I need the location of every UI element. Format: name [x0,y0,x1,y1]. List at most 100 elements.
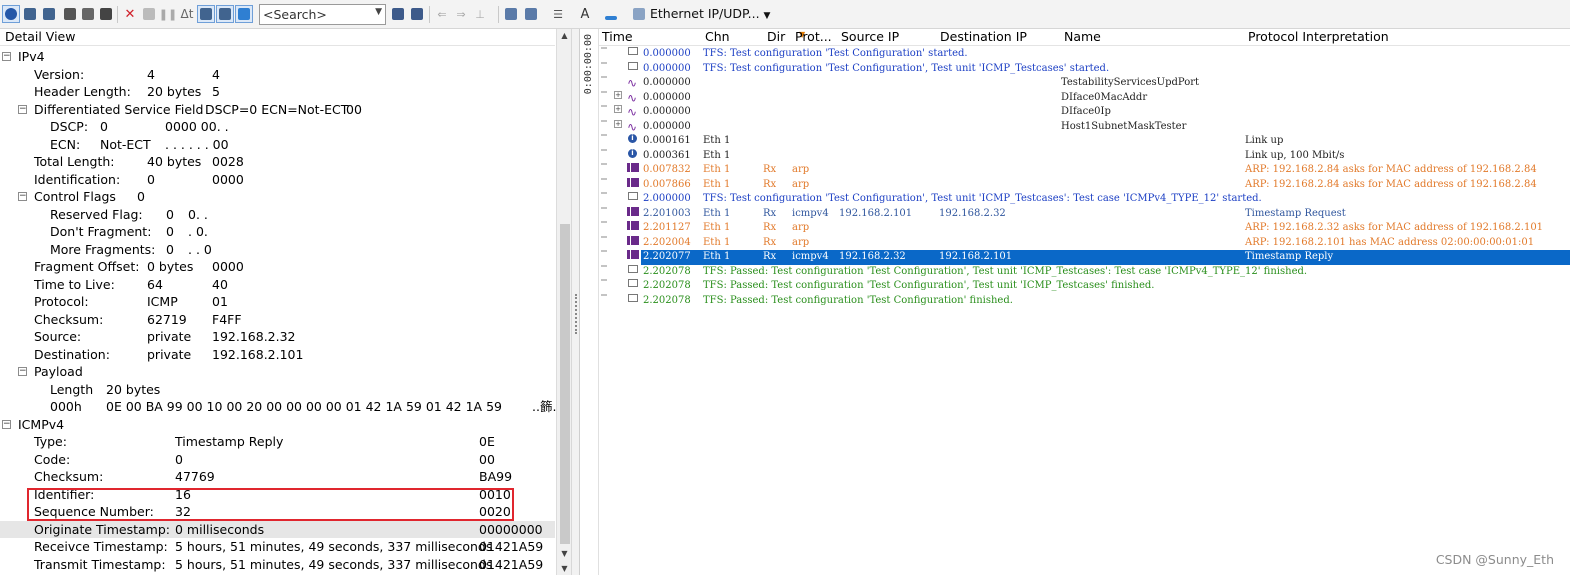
trace-row[interactable]: + ∿ 0.000000 Host1SubnetMaskTester [599,119,1570,135]
forward-icon[interactable]: ⇒ [452,5,470,23]
trace-row[interactable]: 2.202077 Eth 1 Rx icmpv4 192.168.2.32 192.168… [599,250,1570,265]
detail-row[interactable]: More Fragments: 0 . . 0 [0,241,555,259]
detail-row[interactable]: − Differentiated Service Field DSCP=0 ECN=… [0,101,555,119]
bookmark-gutter-icon[interactable] [601,264,607,269]
bookmark-gutter-icon[interactable] [601,134,607,138]
collapse-icon[interactable]: − [2,419,11,429]
chevron-down-icon[interactable]: ▼ [375,7,382,17]
trace-row[interactable]: + ∿ 0.000000 DIface0Ip [599,105,1570,120]
scroll-bottom-icon[interactable]: ▼ [559,564,570,575]
info-filter-icon[interactable] [2,5,20,23]
detail-row[interactable]: Type: Timestamp Reply 0E [0,433,555,451]
bookmark-gutter-icon[interactable] [601,105,607,109]
column-chn[interactable]: Chn [705,29,730,45]
filter-icon[interactable] [61,5,79,23]
find-prev-icon[interactable] [389,5,407,23]
bookmark-gutter-icon[interactable] [601,177,607,182]
column-protocol[interactable]: Prot... [795,29,832,45]
column-source-ip[interactable]: Source IP [841,29,899,45]
detail-row[interactable]: Transmit Timestamp: 5 hours, 51 minutes, … [0,556,555,574]
detail-row[interactable]: ECN: Not-ECT . . . . . . 00 [0,136,555,154]
color-icon[interactable] [602,5,620,23]
settings-icon[interactable] [522,5,540,23]
collapse-icon[interactable]: − [2,52,11,61]
bookmark-gutter-icon[interactable] [601,279,607,283]
scroll-down-icon[interactable]: ▼ [559,549,570,561]
marker-icon[interactable]: ⊥ [471,5,489,23]
scroll-thumb[interactable] [560,224,570,544]
detail-row[interactable]: Header Length: 20 bytes 5 [0,83,555,101]
detail-row[interactable]: Checksum: 47769 BA99 [0,468,555,486]
detail-row[interactable]: 000h 0E 00 BA 99 00 10 00 20 00 00 00 00 … [0,398,556,416]
detail-row[interactable]: − ICMPv4 [0,416,555,434]
bookmark-gutter-icon[interactable] [601,90,607,95]
folder-icon[interactable] [502,5,520,23]
lines-icon[interactable]: ☰ [549,5,567,23]
trace-row[interactable]: 0.007866 Eth 1 Rx arp ARP: 192.168.2.84 asks… [599,177,1570,193]
trace-row[interactable]: 0.007832 Eth 1 Rx arp ARP: 192.168.2.84 asks… [599,163,1570,178]
trace-row[interactable]: + ∿ 0.000000 DIface0MacAddr [599,90,1570,106]
detail-row[interactable]: DSCP: 0 0000 00. . [0,118,555,136]
find-next-icon[interactable] [408,5,426,23]
disabled-grid-icon[interactable] [140,5,158,23]
delta-time-icon[interactable]: Δt [178,5,196,23]
bookmark-gutter-icon[interactable] [601,192,607,196]
search-input[interactable]: <Search> ▼ [259,4,386,25]
expand-icon[interactable]: + [614,90,622,99]
column-icon[interactable] [235,5,253,23]
filter-set-icon[interactable] [630,5,648,23]
bookmark-gutter-icon[interactable] [601,148,607,153]
bookmark-gutter-icon[interactable] [601,119,607,124]
trace-row[interactable]: 2.201003 Eth 1 Rx icmpv4 192.168.2.101 192.16… [599,206,1570,222]
back-icon[interactable]: ⇐ [433,5,451,23]
expand-icon[interactable]: + [614,119,622,128]
panel-splitter[interactable] [572,29,580,575]
trace-row[interactable]: 0.000000 TFS: Test configuration 'Test Co… [599,61,1570,77]
column-name[interactable]: Name [1064,29,1101,45]
column-time[interactable]: Time [602,29,633,45]
detail-row[interactable]: Identification: 0 0000 [0,171,555,189]
detail-row[interactable]: Protocol: ICMP 01 [0,293,555,311]
trace-row[interactable]: ∿ 0.000000 TestabilityServicesUpdPort [599,76,1570,91]
trace-row[interactable]: 0.000000 TFS: Test configuration 'Test Co… [599,47,1570,62]
trace-row[interactable]: 2.202078 TFS: Passed: Test configuration … [599,264,1570,280]
detail-row[interactable]: − IPv4 [0,48,555,66]
pause-icon[interactable]: ❚❚ [159,5,177,23]
detail-row[interactable]: Don't Fragment: 0 . 0. [0,223,555,241]
scroll-lock-icon[interactable] [197,5,215,23]
detail-row[interactable]: Destination: private 192.168.2.101 [0,346,555,364]
detail-scrollbar[interactable]: ▲ ▼ ▼ [556,29,571,575]
trace-row[interactable]: i 0.000361 Eth 1 Link up, 100 Mbit/s [599,148,1570,164]
detail-row[interactable]: Reserved Flag: 0 0. . [0,206,555,224]
column-protocol-interpretation[interactable]: Protocol Interpretation [1248,29,1389,45]
import-icon[interactable] [40,5,58,23]
bookmark-gutter-icon[interactable] [601,163,607,167]
trace-row[interactable]: 2.000000 TFS: Test configuration 'Test Co… [599,192,1570,207]
bookmark-gutter-icon[interactable] [601,250,607,254]
font-icon[interactable]: A [576,5,594,23]
detail-row[interactable]: Fragment Offset: 0 bytes 0000 [0,258,555,276]
detail-row[interactable]: Source: private 192.168.2.32 [0,328,555,346]
clear-icon[interactable]: ✕ [121,5,139,23]
trace-row[interactable]: 2.202078 TFS: Passed: Test configuration … [599,279,1570,294]
detail-row[interactable]: Version: 4 4 [0,66,555,84]
scroll-up-icon[interactable]: ▲ [559,31,570,43]
chart-icon[interactable] [21,5,39,23]
bookmark-gutter-icon[interactable] [601,293,607,298]
detail-row[interactable]: Time to Live: 64 40 [0,276,555,294]
protocol-filter-dropdown[interactable]: Ethernet IP/UDP... ▼ [650,6,770,21]
detail-row[interactable]: Total Length: 40 bytes 0028 [0,153,555,171]
bookmark-gutter-icon[interactable] [601,76,607,80]
filter-off-icon[interactable] [79,5,97,23]
collapse-icon[interactable]: − [18,367,27,376]
detail-view-icon[interactable] [216,5,234,23]
binoculars-icon[interactable] [97,5,115,23]
detail-row[interactable]: Originate Timestamp: 0 milliseconds 000000… [0,520,555,538]
collapse-icon[interactable]: − [18,104,27,114]
detail-row[interactable]: Checksum: 62719 F4FF [0,311,555,329]
expand-icon[interactable]: + [614,105,622,113]
splitter-grip[interactable] [575,294,577,334]
detail-row[interactable]: − Payload [0,363,555,381]
detail-row[interactable]: Length 20 bytes [0,381,555,399]
bookmark-gutter-icon[interactable] [601,206,607,211]
